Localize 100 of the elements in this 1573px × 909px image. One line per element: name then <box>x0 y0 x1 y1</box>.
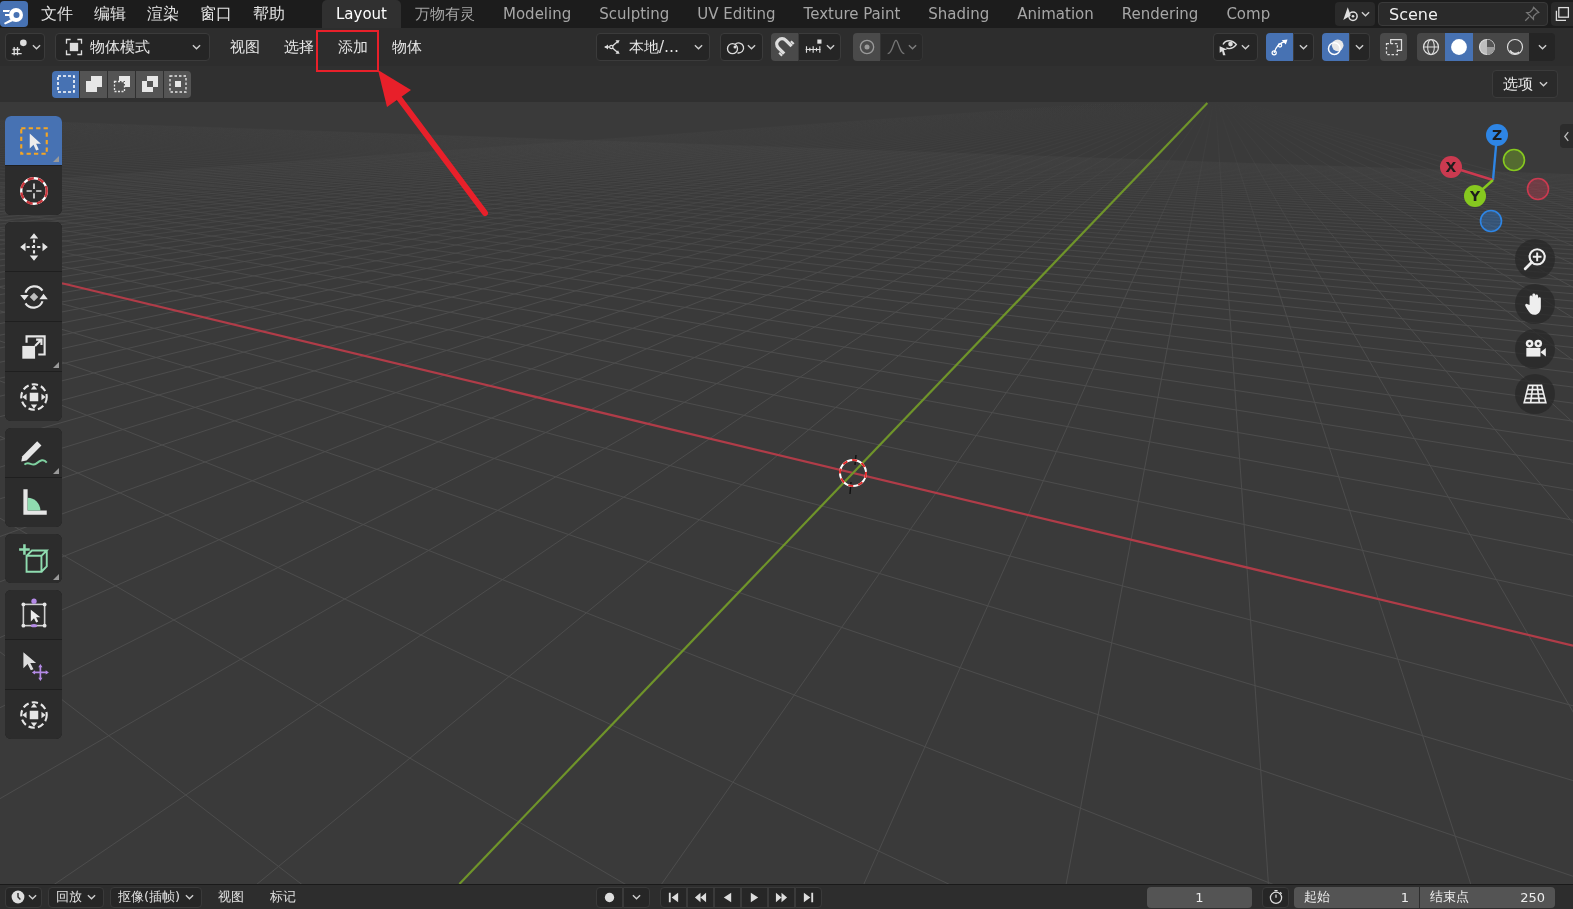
tool-button[interactable] <box>5 690 62 739</box>
select-mode-button[interactable] <box>52 70 79 98</box>
caret-icon <box>1360 11 1370 17</box>
negative-axis-handle[interactable] <box>1526 177 1550 201</box>
tool-button[interactable] <box>5 372 62 421</box>
shading-mode-button[interactable] <box>1417 33 1445 61</box>
pin-icon[interactable] <box>1523 5 1541 23</box>
tool-button[interactable] <box>5 322 62 371</box>
snap-toggle[interactable] <box>771 33 798 61</box>
current-frame-field[interactable]: 1 <box>1147 886 1252 908</box>
select-invert-icon <box>139 74 160 94</box>
negative-axis-handle[interactable] <box>1479 209 1503 233</box>
menu-item[interactable]: 帮助 <box>242 0 295 28</box>
previous-keyframe-button[interactable] <box>687 886 715 908</box>
workspace-tab[interactable]: Comp <box>1212 0 1285 28</box>
camera-view-button[interactable] <box>1515 329 1555 369</box>
menu-item[interactable]: 选择 <box>272 33 326 61</box>
shading-mode-button[interactable] <box>1501 33 1529 61</box>
menu-item[interactable]: 窗口 <box>189 0 242 28</box>
record-button[interactable] <box>596 886 624 908</box>
editor-type-button[interactable] <box>5 33 45 61</box>
start-frame-field[interactable]: 起始 1 <box>1294 886 1419 908</box>
workspace-tab[interactable]: Texture Paint <box>789 0 915 28</box>
view-cursor-icon[interactable] <box>839 454 867 495</box>
visibility-dropdown[interactable] <box>1213 33 1258 61</box>
menu-item[interactable]: 编辑 <box>83 0 136 28</box>
shading-mode-button[interactable] <box>1473 33 1501 61</box>
gizmos-toggle[interactable] <box>1266 33 1293 61</box>
tool-button[interactable] <box>5 640 62 689</box>
tool-button[interactable] <box>5 222 62 271</box>
negative-axis-handle[interactable] <box>1502 148 1526 172</box>
menu-item[interactable]: 视图 <box>208 886 255 908</box>
next-keyframe-button[interactable] <box>768 886 796 908</box>
workspace-tab[interactable]: 万物有灵 <box>401 0 489 28</box>
gizmos-dropdown[interactable] <box>1293 33 1314 61</box>
caret-icon <box>747 44 756 50</box>
menu-item[interactable]: 文件 <box>30 0 83 28</box>
orientation-dropdown[interactable]: 本地/… <box>596 33 710 61</box>
select-mode-button[interactable] <box>80 70 107 98</box>
scene-name-field[interactable]: Scene <box>1378 2 1548 26</box>
playback-dropdown[interactable]: 回放 <box>48 886 104 908</box>
overlays-dropdown[interactable] <box>1349 33 1370 61</box>
workspace-tab[interactable]: Modeling <box>489 0 586 28</box>
xray-toggle[interactable] <box>1380 33 1407 61</box>
workspace-tab[interactable]: UV Editing <box>683 0 790 28</box>
proportional-editing-toggle[interactable] <box>853 33 880 61</box>
axis-handle[interactable]: Z <box>1486 124 1508 181</box>
tool-button[interactable] <box>5 478 62 527</box>
record-options-dropdown[interactable] <box>623 886 651 908</box>
jump-to-end-button[interactable] <box>795 886 823 908</box>
sidebar-toggle[interactable] <box>1560 124 1573 148</box>
preview-range-toggle[interactable] <box>1262 886 1289 908</box>
magnet-icon <box>774 37 795 57</box>
play-reverse-button[interactable] <box>714 886 742 908</box>
play-button[interactable] <box>741 886 769 908</box>
end-frame-field[interactable]: 结束点 250 <box>1420 886 1555 908</box>
caret-icon <box>1241 44 1250 50</box>
pan-button[interactable] <box>1515 284 1555 324</box>
menu-item[interactable]: 渲染 <box>136 0 189 28</box>
jump-to-start-button[interactable] <box>660 886 688 908</box>
zoom-in-icon <box>1522 246 1548 272</box>
select-mode-button[interactable] <box>136 70 163 98</box>
workspace-tab[interactable]: Animation <box>1003 0 1108 28</box>
tool-button[interactable] <box>5 590 62 639</box>
editor-type-button[interactable] <box>5 886 42 908</box>
menu-item[interactable]: 添加 <box>326 33 380 61</box>
tool-button[interactable] <box>5 534 62 583</box>
mode-dropdown[interactable]: 物体模式 <box>55 33 210 61</box>
app-logo-icon[interactable] <box>0 1 28 27</box>
new-scene-button[interactable] <box>1551 2 1573 26</box>
solid-sphere-icon <box>1449 37 1469 57</box>
workspace-tab[interactable]: Shading <box>914 0 1004 28</box>
menu-item[interactable]: 视图 <box>218 33 272 61</box>
menu-item[interactable]: 物体 <box>380 33 434 61</box>
perspective-toggle-button[interactable] <box>1515 374 1555 414</box>
select-mode-button[interactable] <box>164 70 191 98</box>
overlays-toggle[interactable] <box>1322 33 1349 61</box>
workspace-tab[interactable]: Layout <box>322 0 401 28</box>
menu-item[interactable]: 标记 <box>260 886 307 908</box>
scene-selector-button[interactable] <box>1335 2 1375 26</box>
options-dropdown[interactable]: 选项 <box>1492 70 1558 98</box>
material-sphere-icon <box>1477 37 1497 57</box>
shading-mode-button[interactable] <box>1445 33 1473 61</box>
zoom-button[interactable] <box>1515 239 1555 279</box>
select-mode-button[interactable] <box>108 70 135 98</box>
workspace-tab[interactable]: Sculpting <box>585 0 684 28</box>
falloff-dropdown[interactable] <box>880 33 923 61</box>
tool-button[interactable] <box>5 428 62 477</box>
select-subtract-icon <box>111 74 132 94</box>
snap-element-dropdown[interactable] <box>798 33 841 61</box>
shading-dropdown[interactable] <box>1529 33 1555 61</box>
tool-button[interactable] <box>5 166 62 215</box>
workspace-tab[interactable]: Rendering <box>1107 0 1213 28</box>
tool-button[interactable] <box>5 272 62 321</box>
overlapping-squares-icon <box>1383 37 1404 57</box>
keying-dropdown[interactable]: 抠像(插帧) <box>110 886 203 908</box>
pivot-point-dropdown[interactable] <box>720 33 763 61</box>
3d-viewport[interactable]: 选项 Z X Y <box>0 66 1573 884</box>
framed-square-icon <box>64 37 84 57</box>
caret-icon <box>87 894 96 900</box>
